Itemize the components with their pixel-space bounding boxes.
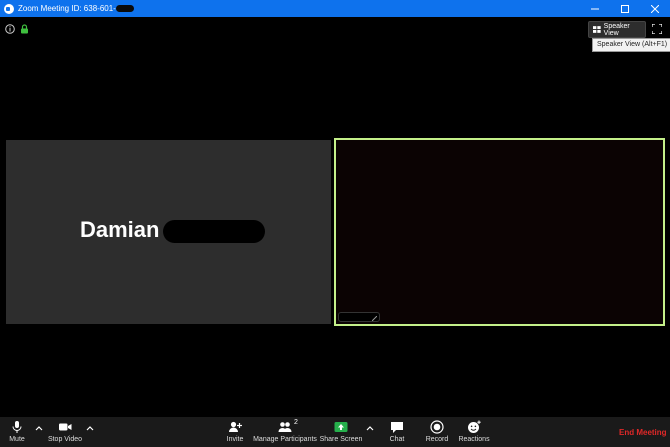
redacted-meeting-id xyxy=(115,5,134,12)
mute-label: Mute xyxy=(9,436,25,443)
end-meeting-button[interactable]: End Meeting xyxy=(619,428,667,437)
share-options-chevron-up-icon[interactable] xyxy=(366,425,374,431)
video-camera-icon xyxy=(59,423,72,431)
maximize-button[interactable] xyxy=(610,0,640,17)
minimize-button[interactable] xyxy=(580,0,610,17)
participant-tile-active-speaker[interactable] xyxy=(334,138,665,326)
grid-icon xyxy=(593,26,601,33)
window-controls xyxy=(580,0,670,17)
share-screen-label: Share Screen xyxy=(319,436,363,443)
audio-options-chevron-up-icon[interactable] xyxy=(35,425,43,431)
title-bar: Zoom Meeting ID: 638-601- xyxy=(0,0,670,17)
meeting-toolbar: Mute Stop Video Invite Manage Participan… xyxy=(0,417,670,447)
stop-video-button[interactable]: Stop Video xyxy=(48,417,82,447)
speaker-view-tooltip: Speaker View (Alt+F1) xyxy=(592,38,670,52)
share-screen-icon xyxy=(334,422,348,432)
video-options-chevron-up-icon[interactable] xyxy=(86,425,94,431)
window-title: Zoom Meeting ID: 638-601- xyxy=(18,4,116,13)
mute-button[interactable]: Mute xyxy=(6,417,28,447)
close-icon xyxy=(651,4,659,13)
speaker-view-button[interactable]: Speaker View xyxy=(588,21,646,38)
invite-button[interactable]: Invite xyxy=(224,417,246,447)
participant-tile-left[interactable]: Damian xyxy=(6,140,331,324)
participant-count-badge: 2 xyxy=(294,419,298,426)
reactions-label: Reactions xyxy=(458,436,490,443)
chat-label: Chat xyxy=(389,436,405,443)
record-icon xyxy=(430,420,444,434)
minimize-icon xyxy=(591,8,599,9)
chat-button[interactable]: Chat xyxy=(386,417,408,447)
emoji-smile-icon xyxy=(468,420,481,433)
mic-status-icon xyxy=(372,316,377,321)
fullscreen-icon[interactable] xyxy=(652,24,662,34)
redacted-surname xyxy=(163,220,265,243)
record-label: Record xyxy=(425,436,449,443)
manage-participants-button[interactable]: Manage Participants xyxy=(253,417,317,447)
speaker-view-label: Speaker View xyxy=(603,22,630,37)
participants-icon xyxy=(278,422,292,432)
microphone-icon xyxy=(12,421,22,433)
lock-icon[interactable] xyxy=(20,24,29,34)
info-icon[interactable] xyxy=(5,24,15,34)
invite-label: Invite xyxy=(226,436,244,443)
reactions-button[interactable]: Reactions xyxy=(458,417,490,447)
chat-bubble-icon xyxy=(391,422,403,433)
zoom-app-icon xyxy=(4,3,14,14)
stop-video-label: Stop Video xyxy=(47,436,83,443)
maximize-icon xyxy=(621,4,629,13)
close-button[interactable] xyxy=(640,0,670,17)
record-button[interactable]: Record xyxy=(424,417,450,447)
manage-participants-label: Manage Participants xyxy=(253,436,317,443)
add-user-icon xyxy=(229,421,242,432)
participant-name: Damian xyxy=(80,217,160,242)
share-screen-button[interactable]: Share Screen xyxy=(319,417,363,447)
